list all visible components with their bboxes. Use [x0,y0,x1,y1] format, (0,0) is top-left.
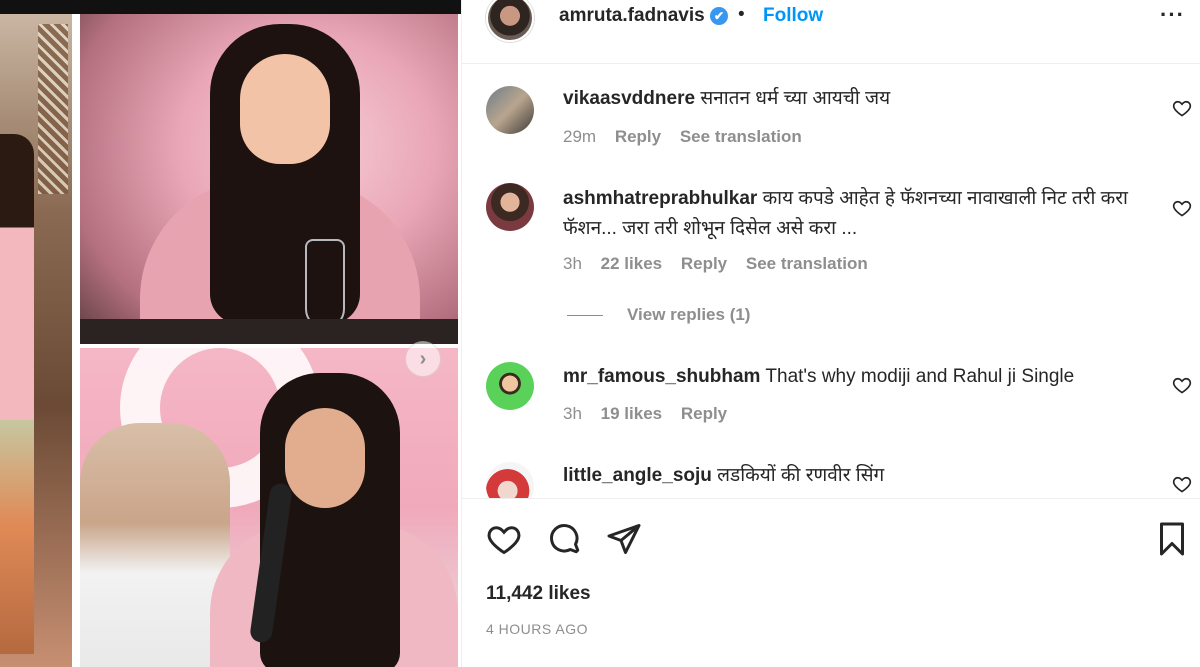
comment-body: vikaasvddnere सनातन धर्म च्या आयची जय [563,84,1143,114]
heart-icon[interactable] [1172,375,1192,395]
replies-divider-line [567,315,603,317]
heart-icon[interactable] [1172,474,1192,494]
commenter-avatar[interactable] [486,86,534,134]
post-timestamp[interactable]: 4 HOURS AGO [486,621,588,637]
figure-partial [0,134,34,654]
view-replies-label: View replies (1) [627,305,751,324]
photo-face-shape [285,408,365,508]
separator-dot: • [738,4,745,25]
commenter-avatar[interactable] [486,462,534,498]
commenter-username[interactable]: mr_famous_shubham [563,366,760,387]
comments-list[interactable]: vikaasvddnere सनातन धर्म च्या आयची जय 29… [462,64,1200,498]
more-options-icon[interactable]: ··· [1160,2,1185,28]
see-translation-button[interactable]: See translation [680,127,802,146]
comment-likes[interactable]: 22 likes [601,254,662,273]
likes-count[interactable]: 11,442 likes [486,583,591,605]
verified-badge-icon: ✔ [710,7,728,25]
comment-age: 3h [563,254,582,273]
comment-body: mr_famous_shubham That's why modiji and … [563,362,1143,392]
comment-body: ashmhatreprabhulkar काय कपडे आहेत हे फॅश… [563,184,1143,244]
post-media[interactable]: › [0,0,461,667]
post-side-panel: amruta.fadnavis ✔ • Follow ··· vikaasvdd… [461,0,1200,667]
bookmark-icon[interactable] [1154,521,1190,557]
comment-age: 29m [563,127,597,146]
heart-icon[interactable] [1172,198,1192,218]
share-icon[interactable] [606,521,642,557]
photo-man-shape [80,423,230,667]
comment-text: सनातन धर्म च्या आयची जय [700,88,891,109]
photo-woman-smiling [80,14,458,344]
comment-age: 3h [563,404,582,423]
heart-icon[interactable] [1172,98,1192,118]
chevron-right-icon: › [419,347,427,370]
author-avatar[interactable] [486,0,534,42]
comment-meta: 3h 19 likes Reply [563,404,741,424]
carousel-next-button[interactable]: › [405,341,441,377]
post-header: amruta.fadnavis ✔ • Follow ··· [462,0,1200,64]
comment-likes[interactable]: 19 likes [601,404,662,423]
media-top-bar [0,0,461,14]
see-translation-button[interactable]: See translation [746,254,868,273]
comment-text: That's why modiji and Rahul ji Single [765,366,1075,387]
comment-body: little_angle_soju लडकियों की रणवीर सिंग [563,461,1143,491]
commenter-avatar[interactable] [486,362,534,410]
comment-icon[interactable] [547,521,583,557]
comment-text: लडकियों की रणवीर सिंग [717,465,885,486]
photo-face-shape [240,54,330,164]
commenter-username[interactable]: vikaasvddnere [563,88,695,109]
post-actions: 11,442 likes 4 HOURS AGO [462,498,1200,667]
follow-button[interactable]: Follow [763,5,823,27]
commenter-username[interactable]: little_angle_soju [563,465,712,486]
comment-meta: 3h 22 likes Reply See translation [563,254,882,274]
reply-button[interactable]: Reply [681,254,727,273]
instagram-post-view: › amruta.fadnavis ✔ • Follow ··· vikaasv… [0,0,1200,667]
reply-button[interactable]: Reply [615,127,661,146]
photo-left-partial [0,14,72,667]
view-replies-button[interactable]: View replies (1) [567,305,750,325]
reply-button[interactable]: Reply [681,404,727,423]
photo-woman-with-mic [80,348,458,667]
commenter-avatar[interactable] [486,183,534,231]
comment-meta: 29m Reply See translation [563,127,816,147]
wine-glass [305,239,345,329]
heart-icon[interactable] [486,521,522,557]
lattice-screen [38,24,68,194]
commenter-username[interactable]: ashmhatreprabhulkar [563,188,757,209]
author-username[interactable]: amruta.fadnavis [559,5,705,27]
table-edge [80,319,458,344]
